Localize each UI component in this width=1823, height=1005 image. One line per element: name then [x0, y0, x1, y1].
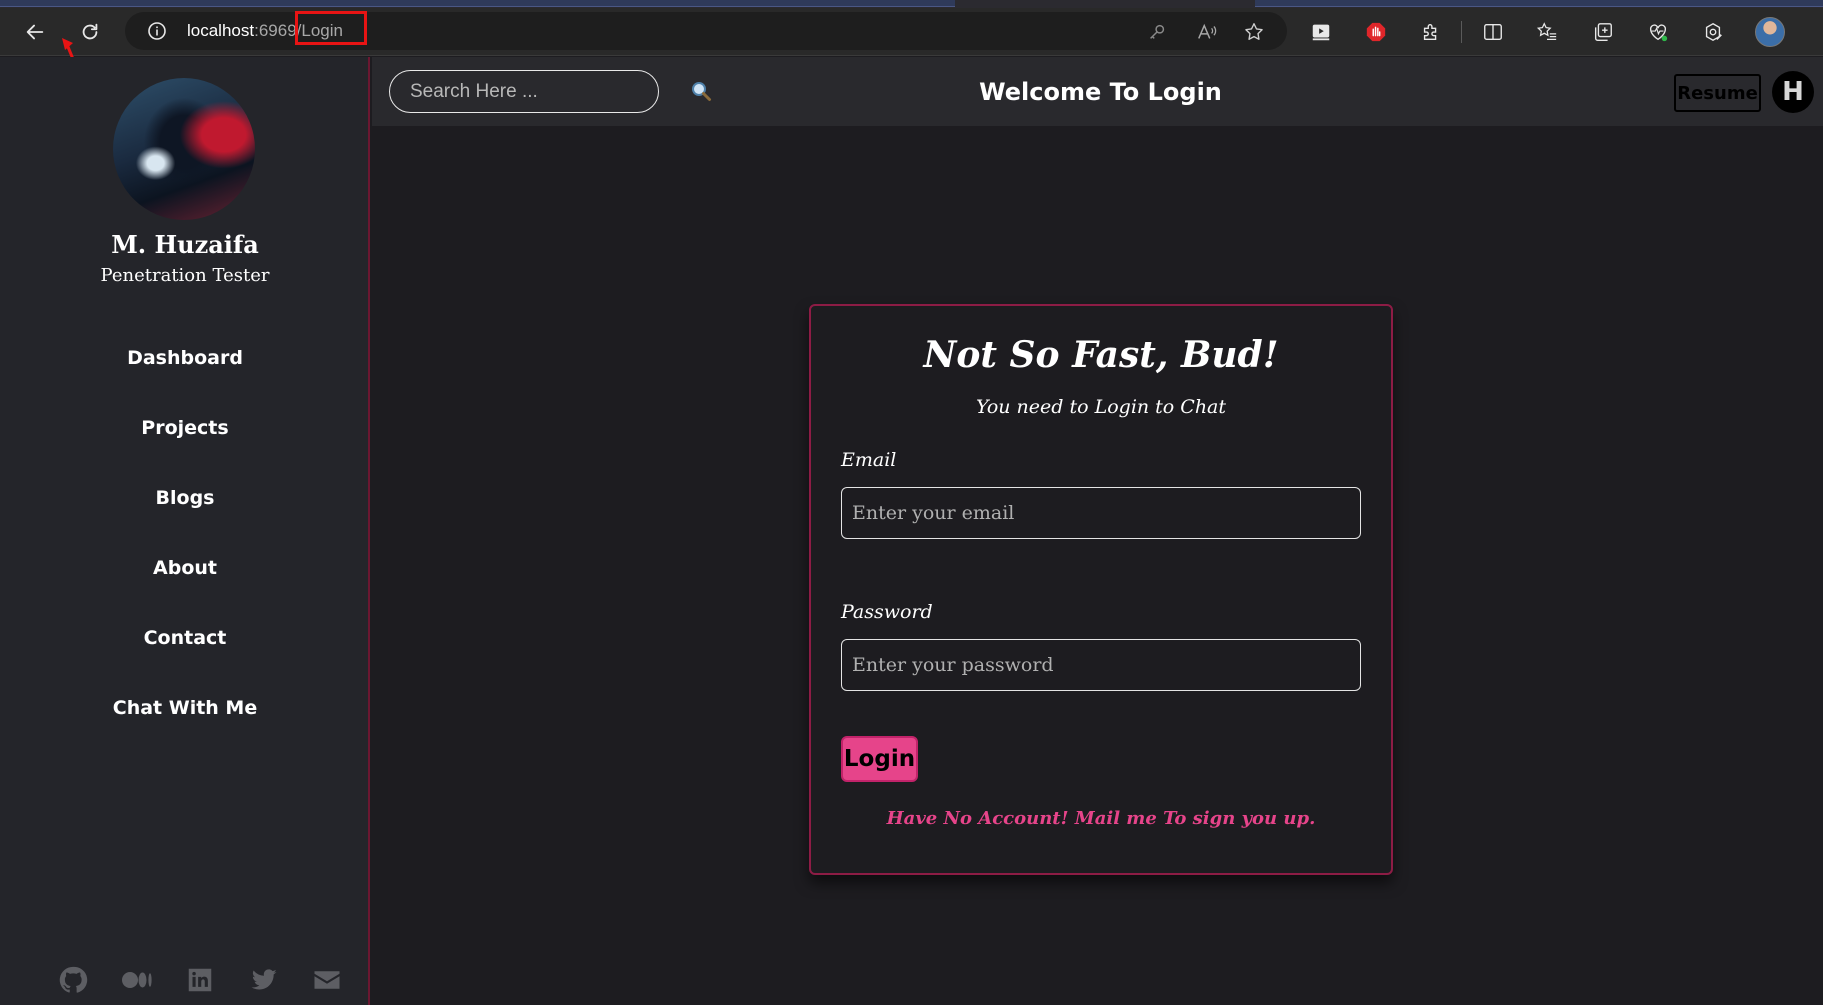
search-icon[interactable]: [689, 79, 713, 103]
sidebar-item-about[interactable]: About: [0, 558, 370, 628]
password-label: Password: [841, 601, 933, 623]
toolbar-divider: [1461, 21, 1462, 43]
linkedin-link[interactable]: [182, 964, 218, 996]
address-bar[interactable]: localhost:6969/Login: [125, 11, 1287, 50]
linkedin-icon: [188, 968, 212, 992]
favorite-star-icon[interactable]: [1243, 21, 1265, 43]
collections-button[interactable]: [1589, 18, 1617, 46]
social-links: [55, 962, 345, 998]
url-port: :6969: [254, 21, 297, 40]
read-aloud-icon[interactable]: [1196, 21, 1218, 43]
login-subtitle: You need to Login to Chat: [975, 396, 1227, 418]
site-info-icon[interactable]: [147, 21, 167, 41]
copilot-button[interactable]: [1699, 18, 1727, 46]
heart-pulse-icon: [1649, 24, 1668, 42]
key-icon[interactable]: [1146, 21, 1168, 43]
sidebar-item-chat-with-me[interactable]: Chat With Me: [0, 698, 370, 768]
split-screen-icon: [1484, 23, 1502, 41]
medium-icon: [121, 972, 152, 988]
login-card: Not So Fast, Bud! You need to Login to C…: [809, 304, 1393, 875]
twitter-icon: [251, 969, 276, 990]
sidebar-item-projects[interactable]: Projects: [0, 418, 370, 488]
password-field[interactable]: [841, 639, 1361, 691]
browser-toolbar: localhost:6969/Login: [0, 8, 1823, 56]
favorites-list-icon: [1536, 22, 1557, 40]
login-heading: Not So Fast, Bud!: [923, 334, 1279, 376]
sidebar-item-blogs[interactable]: Blogs: [0, 488, 370, 558]
medium-link[interactable]: [119, 964, 155, 996]
profile-avatar: [113, 78, 255, 220]
sidebar-nav: Dashboard Projects Blogs About Contact C…: [0, 348, 370, 768]
login-button[interactable]: Login: [841, 736, 918, 782]
media-extension-button[interactable]: [1307, 18, 1335, 46]
mail-icon: [314, 971, 340, 989]
search-input[interactable]: [389, 70, 659, 113]
puzzle-icon: [1423, 24, 1437, 41]
github-link[interactable]: [55, 964, 91, 996]
sidebar-item-contact[interactable]: Contact: [0, 628, 370, 698]
profile-role: Penetration Tester: [100, 265, 270, 286]
resume-button[interactable]: Resume: [1674, 74, 1761, 112]
extensions-button[interactable]: [1417, 18, 1445, 46]
github-icon: [59, 966, 88, 993]
top-bar: Welcome To Login Resume H: [372, 57, 1823, 126]
email-label: Email: [841, 449, 897, 471]
profile-name: M. Huzaifa: [111, 230, 259, 259]
signup-note[interactable]: Have No Account! Mail me To sign you up.: [811, 808, 1391, 829]
collections-icon: [1594, 23, 1612, 41]
browser-tab-active[interactable]: [0, 0, 955, 7]
video-play-icon: [1312, 24, 1330, 41]
edit-settings-icon: [1705, 22, 1722, 42]
back-arrow-icon: [26, 24, 44, 40]
email-field[interactable]: [841, 487, 1361, 539]
split-screen-button[interactable]: [1479, 18, 1507, 46]
profile-avatar-icon[interactable]: [1755, 17, 1785, 47]
browser-tab[interactable]: [1255, 0, 1823, 7]
sidebar-item-dashboard[interactable]: Dashboard: [0, 348, 370, 418]
browser-essentials-button[interactable]: [1644, 18, 1672, 46]
theme-toggle-button[interactable]: H: [1772, 71, 1814, 113]
sidebar: M. Huzaifa Penetration Tester Dashboard …: [0, 57, 370, 1005]
adblock-extension-button[interactable]: [1362, 18, 1390, 46]
mail-link[interactable]: [309, 964, 345, 996]
favorites-button[interactable]: [1533, 18, 1561, 46]
stop-hand-icon: [1366, 22, 1386, 42]
url-host: localhost: [187, 21, 255, 40]
url-highlight-box: [295, 11, 367, 45]
back-button[interactable]: [21, 18, 49, 46]
twitter-link[interactable]: [246, 964, 282, 996]
